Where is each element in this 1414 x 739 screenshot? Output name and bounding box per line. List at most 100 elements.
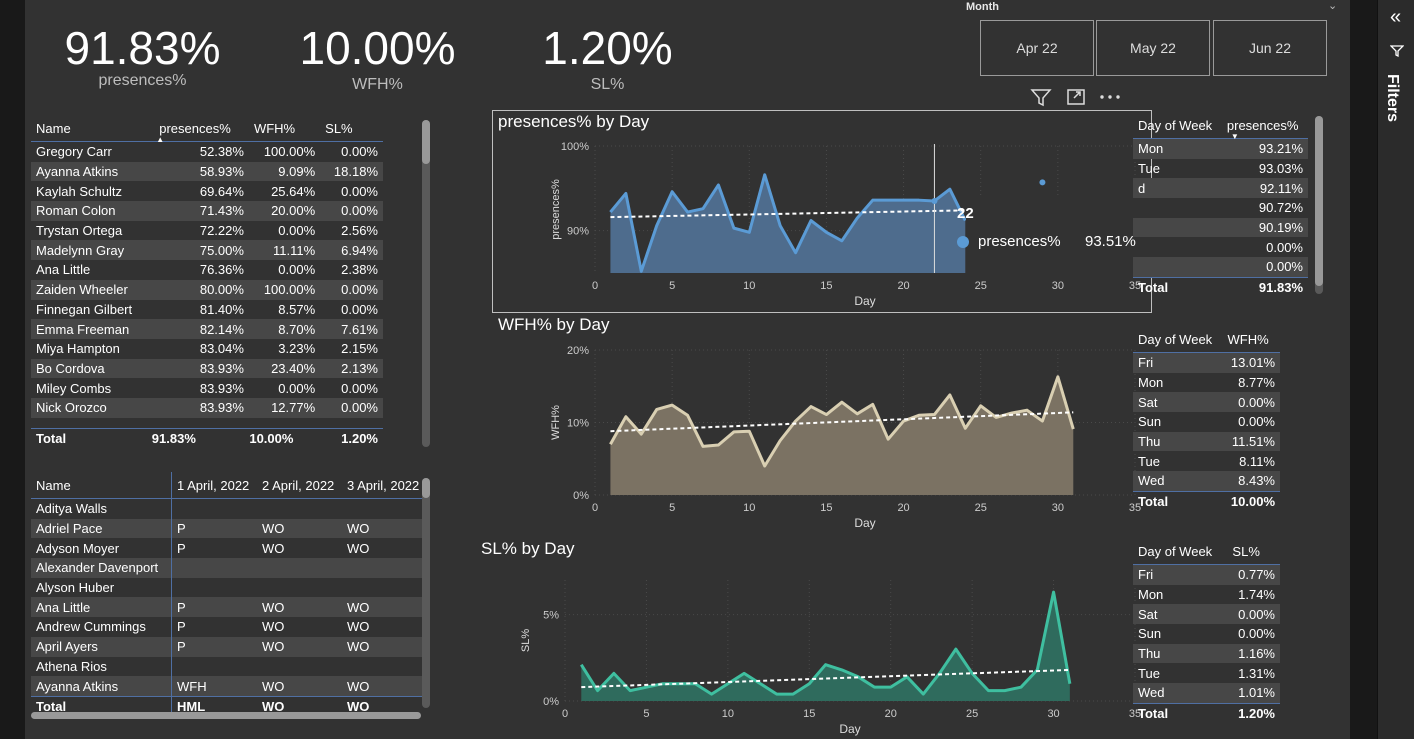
data-point[interactable] <box>855 412 859 416</box>
table-row[interactable]: Sun 0.00% <box>1133 412 1280 432</box>
table-row[interactable]: Trystan Ortega 72.22% 0.00% 2.56% <box>31 221 383 241</box>
data-point[interactable] <box>670 403 674 407</box>
table-row[interactable]: Sat 0.00% <box>1133 392 1280 413</box>
scrollbar-thumb[interactable] <box>422 120 430 164</box>
table-row[interactable]: Tue 93.03% <box>1133 159 1308 179</box>
month-option-may-22[interactable]: May 22 <box>1096 20 1210 76</box>
column-header-wfh[interactable]: WFH% <box>248 115 321 142</box>
data-point[interactable] <box>710 692 714 696</box>
filters-pane[interactable]: « Filters <box>1377 0 1414 739</box>
data-point[interactable] <box>775 692 779 696</box>
column-header-date[interactable]: 2 April, 2022 <box>257 472 342 499</box>
data-point[interactable] <box>686 210 690 214</box>
funnel-icon[interactable] <box>1030 87 1052 107</box>
data-point[interactable] <box>716 443 720 447</box>
ellipsis-icon[interactable] <box>1098 87 1122 107</box>
data-point[interactable] <box>932 413 936 417</box>
data-point[interactable] <box>840 668 844 672</box>
data-point[interactable] <box>917 198 921 202</box>
table-row[interactable]: Ayanna Atkins 58.93% 9.09% 18.18% <box>31 161 383 182</box>
data-point[interactable] <box>624 415 628 419</box>
focus-mode-icon[interactable] <box>1065 87 1087 107</box>
sl-by-day-chart[interactable]: 0 5 10 15 20 25 30 350%5%DaySL% <box>475 560 1143 739</box>
data-point[interactable] <box>763 464 767 468</box>
table-row[interactable]: Thu 1.16% <box>1133 643 1280 664</box>
data-point[interactable] <box>840 400 844 404</box>
highlighted-point[interactable] <box>931 197 938 204</box>
data-point[interactable] <box>948 187 952 191</box>
data-point[interactable] <box>628 689 632 693</box>
data-point[interactable] <box>791 692 795 696</box>
table-row[interactable]: Ana Little 76.36% 0.00% 2.38% <box>31 260 383 280</box>
data-point[interactable] <box>747 429 751 433</box>
data-point[interactable] <box>624 191 628 195</box>
column-header-name[interactable]: Name <box>31 115 155 142</box>
table-row[interactable]: Thu 11.51% <box>1133 431 1280 452</box>
table-row[interactable]: Ayanna Atkins WFH WO WO <box>31 676 427 697</box>
table-row[interactable]: Athena Rios <box>31 656 427 677</box>
column-header-day[interactable]: Day of Week <box>1133 326 1223 353</box>
column-header-name[interactable]: Name <box>31 472 172 499</box>
data-point[interactable] <box>889 685 893 689</box>
scrollbar-thumb[interactable] <box>422 478 430 498</box>
table-row[interactable]: Mon 1.74% <box>1133 585 1280 605</box>
data-point[interactable] <box>921 692 925 696</box>
data-point[interactable] <box>1039 179 1046 186</box>
data-point[interactable] <box>954 647 958 651</box>
table-row[interactable]: Emma Freeman 82.14% 8.70% 7.61% <box>31 319 383 339</box>
table-row[interactable]: Zaiden Wheeler 80.00% 100.00% 0.00% <box>31 279 383 300</box>
table-row[interactable]: 0.00% <box>1133 257 1308 278</box>
table-row[interactable]: Finnegan Gilbert 81.40% 8.57% 0.00% <box>31 300 383 320</box>
data-point[interactable] <box>701 444 705 448</box>
data-point[interactable] <box>840 239 844 243</box>
data-point[interactable] <box>639 269 643 273</box>
data-point[interactable] <box>809 219 813 223</box>
data-point[interactable] <box>902 198 906 202</box>
table-row[interactable]: Nick Orozco 83.93% 12.77% 0.00% <box>31 397 383 418</box>
table-row[interactable]: Ana Little P WO WO <box>31 597 427 618</box>
data-point[interactable] <box>809 405 813 409</box>
table-row[interactable]: Roman Colon 71.43% 20.00% 0.00% <box>31 201 383 221</box>
table-row[interactable]: Wed 1.01% <box>1133 683 1280 704</box>
data-point[interactable] <box>686 413 690 417</box>
wfh-by-day-chart[interactable]: 0 5 10 15 20 25 30 350%10%20%DayWFH% <box>493 335 1143 535</box>
data-point[interactable] <box>872 685 876 689</box>
table-row[interactable]: Mon 93.21% <box>1133 138 1308 159</box>
data-point[interactable] <box>871 402 875 406</box>
data-point[interactable] <box>1068 682 1072 686</box>
table-row[interactable]: Kaylah Schultz 69.64% 25.64% 0.00% <box>31 181 383 201</box>
data-point[interactable] <box>1003 689 1007 693</box>
data-point[interactable] <box>608 210 612 214</box>
column-header-presences[interactable]: presences% ▲ <box>154 115 249 144</box>
double-chevron-left-icon[interactable]: « <box>1390 6 1401 29</box>
data-point[interactable] <box>794 251 798 255</box>
data-point[interactable] <box>655 407 659 411</box>
scrollbar-track[interactable] <box>422 478 430 708</box>
column-header-sl[interactable]: SL% <box>320 115 383 142</box>
data-point[interactable] <box>948 393 952 397</box>
table-row[interactable]: Tue 1.31% <box>1133 663 1280 683</box>
data-point[interactable] <box>655 224 659 228</box>
table-row[interactable]: Alyson Huber <box>31 577 427 598</box>
data-point[interactable] <box>1056 375 1060 379</box>
table-row[interactable]: Sat 0.00% <box>1133 604 1280 625</box>
data-point[interactable] <box>639 432 643 436</box>
data-point[interactable] <box>807 682 811 686</box>
data-point[interactable] <box>824 230 828 234</box>
table-row[interactable]: Adyson Moyer P WO WO <box>31 538 427 559</box>
data-point[interactable] <box>778 224 782 228</box>
table-row[interactable]: Gregory Carr 52.38% 100.00% 0.00% <box>31 142 383 162</box>
data-point[interactable] <box>758 682 762 686</box>
data-point[interactable] <box>716 183 720 187</box>
column-header-sl[interactable]: SL% <box>1227 538 1280 565</box>
data-point[interactable] <box>732 430 736 434</box>
table-row[interactable]: Andrew Cummings P WO WO <box>31 617 427 637</box>
scrollbar-thumb[interactable] <box>1315 116 1323 286</box>
scrollbar-track[interactable] <box>422 120 430 447</box>
column-header-presences[interactable]: presences% ▼ <box>1221 112 1308 141</box>
data-point[interactable] <box>794 419 798 423</box>
table-row[interactable]: 90.19% <box>1133 217 1308 238</box>
horizontal-scrollbar[interactable] <box>31 712 421 719</box>
chevron-down-icon[interactable]: ⌄ <box>1328 0 1337 12</box>
data-point[interactable] <box>886 437 890 441</box>
